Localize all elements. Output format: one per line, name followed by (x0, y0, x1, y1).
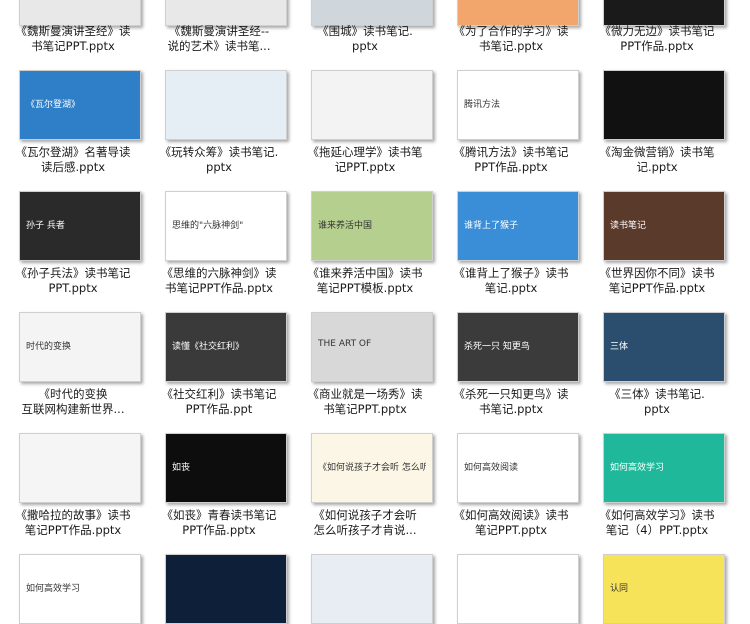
thumbnail-title: 如何高效学习 (26, 584, 81, 594)
file-thumbnail[interactable] (165, 554, 287, 624)
file-item[interactable]: 如何高效学习 (0, 0, 146, 624)
file-thumbnail[interactable]: 如何高效学习 (19, 554, 141, 624)
file-item[interactable]: 认同 (584, 0, 730, 624)
file-item[interactable] (438, 0, 584, 624)
file-thumbnail[interactable] (311, 554, 433, 624)
file-thumbnail[interactable] (457, 554, 579, 624)
file-grid: 《魏斯曼演讲圣经》读 书笔记PPT.pptx 《魏斯曼演讲圣经-- 说的艺术》读书笔.… (0, 0, 750, 624)
file-item[interactable] (146, 0, 292, 624)
thumbnail-title: 认同 (610, 584, 629, 594)
file-item[interactable] (292, 0, 438, 624)
file-thumbnail[interactable]: 认同 (603, 554, 725, 624)
